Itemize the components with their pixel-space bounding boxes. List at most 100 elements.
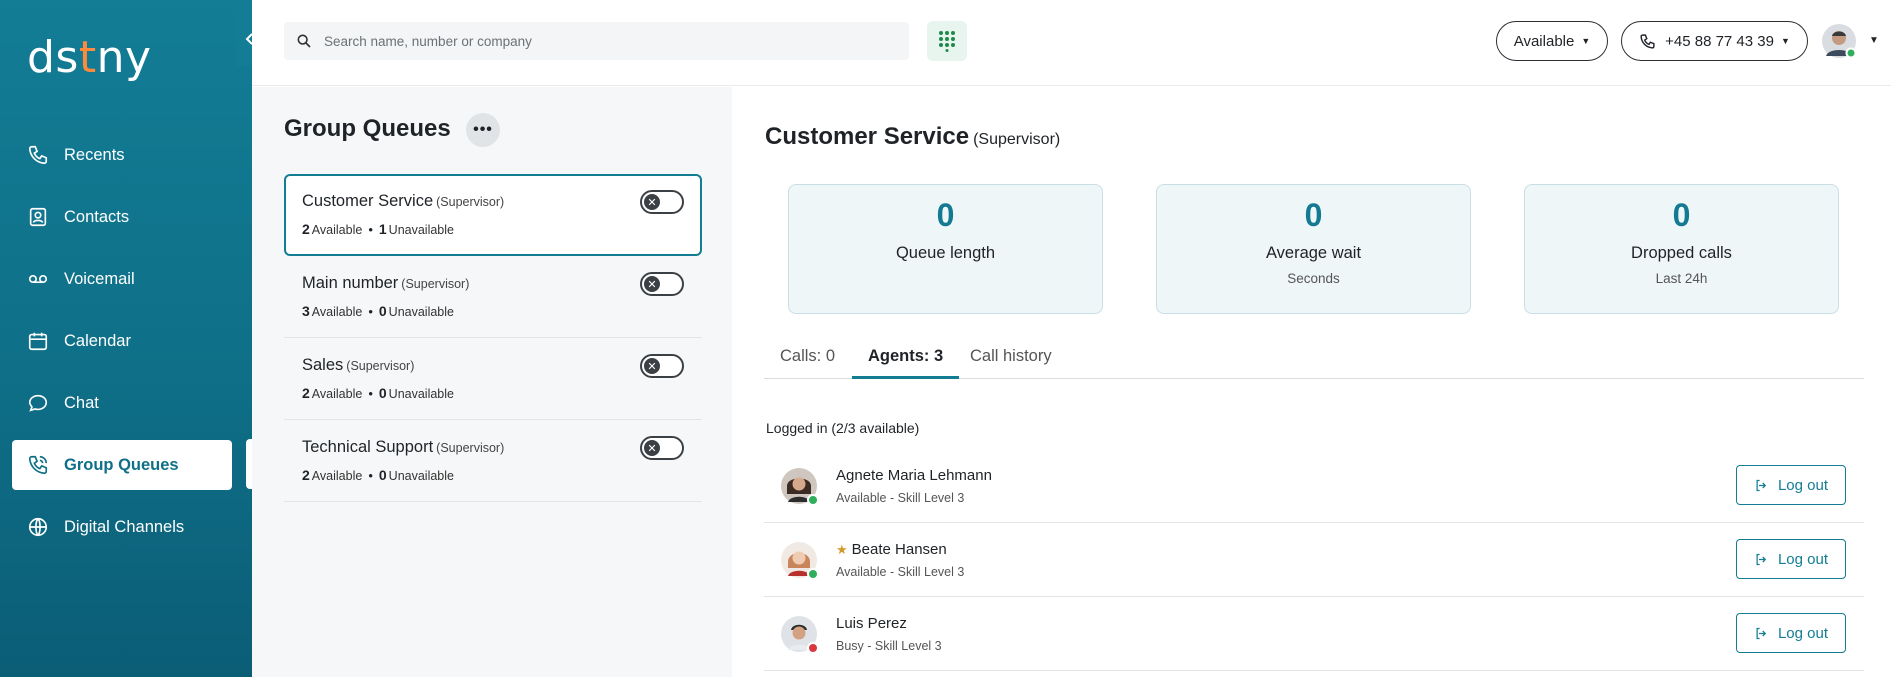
voicemail-icon	[26, 267, 50, 291]
queue-login-toggle[interactable]: ✕	[640, 354, 684, 378]
caller-id-dropdown[interactable]: +45 88 77 43 39 ▼	[1621, 21, 1808, 61]
queue-name: Sales	[302, 356, 344, 374]
queue-name: Main number	[302, 274, 399, 292]
presence-indicator	[807, 568, 819, 580]
phone-number: +45 88 77 43 39	[1665, 32, 1774, 50]
nav-item-contacts[interactable]: Contacts	[12, 192, 232, 242]
unavailable-label: Unavailable	[388, 223, 454, 237]
stat-value: 0	[936, 197, 955, 233]
nav-label: Contacts	[64, 207, 130, 226]
sidebar: dstny Recents Contacts Voicemail Calenda…	[0, 0, 252, 677]
agent-avatar	[781, 542, 819, 580]
bullet-separator: •	[368, 304, 373, 319]
unavailable-count: 0	[378, 467, 387, 483]
queue-item-technical-support[interactable]: Technical Support (Supervisor) 2 Available…	[284, 420, 702, 502]
queue-stats: 2 Available • 1 Unavailable	[302, 221, 684, 237]
nav-item-calendar[interactable]: Calendar	[12, 316, 232, 366]
page-title: Group Queues	[284, 115, 451, 142]
agent-row: ★ Beate Hansen Available - Skill Level 3 …	[764, 523, 1864, 597]
ellipsis-icon: •••	[473, 121, 493, 138]
available-count: 2	[302, 385, 310, 401]
search-box	[284, 22, 909, 60]
agent-avatar	[781, 468, 819, 506]
agent-name: Beate Hansen	[851, 541, 947, 558]
dialpad-icon	[939, 31, 955, 52]
log-out-label: Log out	[1777, 476, 1829, 494]
queue-stats: 2 Available • 0 Unavailable	[302, 385, 684, 401]
search-input[interactable]	[324, 33, 884, 49]
queue-name: Customer Service	[302, 192, 434, 210]
logo-text-pre: ds	[27, 32, 79, 83]
queue-item-sales[interactable]: Sales (Supervisor) 2 Available • 0 Unavailabl…	[284, 338, 702, 420]
star-icon: ★	[836, 542, 848, 557]
nav-item-group-queues[interactable]: Group Queues	[12, 440, 232, 490]
nav-item-digital-channels[interactable]: Digital Channels	[12, 502, 232, 552]
stat-card-dropped-calls: 0 Dropped calls Last 24h	[1524, 184, 1839, 314]
log-out-label: Log out	[1777, 550, 1829, 568]
chat-bubble-icon	[26, 391, 50, 415]
caret-down-icon: ▼	[1780, 36, 1790, 46]
main-nav: Recents Contacts Voicemail Calendar Chat	[12, 130, 232, 564]
queue-item-main-number[interactable]: Main number (Supervisor) 3 Available • 0 Unav…	[284, 256, 702, 338]
agent-list: Agnete Maria Lehmann Available - Skill L…	[764, 449, 1864, 671]
tab-agents[interactable]: Agents: 3	[852, 341, 960, 379]
queue-stats: 2 Available • 0 Unavailable	[302, 467, 684, 483]
log-out-icon	[1756, 627, 1767, 639]
phone-icon	[26, 143, 50, 167]
caret-down-icon[interactable]: ▼	[1869, 35, 1879, 46]
nav-item-recents[interactable]: Recents	[12, 130, 232, 180]
close-x-icon: ✕	[644, 194, 660, 210]
more-options-button[interactable]: •••	[466, 113, 500, 147]
stat-sublabel: Last 24h	[1655, 271, 1708, 286]
nav-label: Calendar	[64, 331, 131, 350]
user-avatar-image	[1822, 24, 1857, 59]
tab-calls[interactable]: Calls: 0	[764, 341, 851, 379]
queue-name: Technical Support	[302, 438, 434, 456]
bullet-separator: •	[368, 386, 373, 401]
stat-value: 0	[1304, 197, 1323, 233]
nav-item-voicemail[interactable]: Voicemail	[12, 254, 232, 304]
unavailable-count: 0	[378, 303, 387, 319]
agent-name: Agnete Maria Lehmann	[836, 467, 992, 484]
dstny-logo[interactable]: dstny	[27, 32, 152, 83]
close-x-icon: ✕	[644, 440, 660, 456]
stat-label: Average wait	[1265, 244, 1362, 262]
available-label: Available	[311, 305, 363, 319]
phone-icon	[1640, 33, 1655, 49]
queue-login-toggle[interactable]: ✕	[640, 272, 684, 296]
queue-login-toggle[interactable]: ✕	[640, 436, 684, 460]
unavailable-count: 0	[378, 385, 387, 401]
agent-log-out-button[interactable]: Log out	[1736, 465, 1846, 505]
stat-sublabel: Seconds	[1287, 271, 1340, 286]
log-out-icon	[1756, 479, 1767, 491]
stat-label: Queue length	[895, 244, 996, 262]
nav-label: Voicemail	[64, 269, 135, 288]
agent-status: Available - Skill Level 3	[836, 565, 965, 579]
logged-in-summary: Logged in (2/3 available)	[766, 420, 920, 436]
status-label: Available	[1513, 32, 1575, 50]
agent-log-out-button[interactable]: Log out	[1736, 613, 1846, 653]
nav-label: Chat	[64, 393, 99, 412]
dialpad-button[interactable]	[927, 21, 967, 61]
unavailable-count: 1	[378, 221, 387, 237]
bullet-separator: •	[368, 222, 373, 237]
log-out-icon	[1756, 553, 1767, 565]
queue-role: (Supervisor)	[346, 359, 415, 373]
tab-call-history[interactable]: Call history	[954, 341, 1068, 379]
nav-item-chat[interactable]: Chat	[12, 378, 232, 428]
available-label: Available	[311, 469, 363, 483]
user-avatar[interactable]	[1822, 24, 1857, 59]
search-icon	[297, 34, 311, 48]
availability-status-dropdown[interactable]: Available ▼	[1496, 21, 1608, 61]
log-out-label: Log out	[1777, 624, 1829, 642]
nav-label: Digital Channels	[64, 517, 185, 536]
agent-log-out-button[interactable]: Log out	[1736, 539, 1846, 579]
contact-card-icon	[26, 205, 50, 229]
queue-item-customer-service[interactable]: Customer Service (Supervisor) 2 Available •…	[284, 174, 702, 256]
queue-login-toggle[interactable]: ✕	[640, 190, 684, 214]
nav-label: Group Queues	[64, 455, 179, 474]
stat-card-average-wait: 0 Average wait Seconds	[1156, 184, 1471, 314]
queue-role: (Supervisor)	[401, 277, 470, 291]
detail-tabs: Calls: 0 Agents: 3 Call history	[764, 341, 1864, 379]
stat-label: Dropped calls	[1631, 244, 1732, 262]
